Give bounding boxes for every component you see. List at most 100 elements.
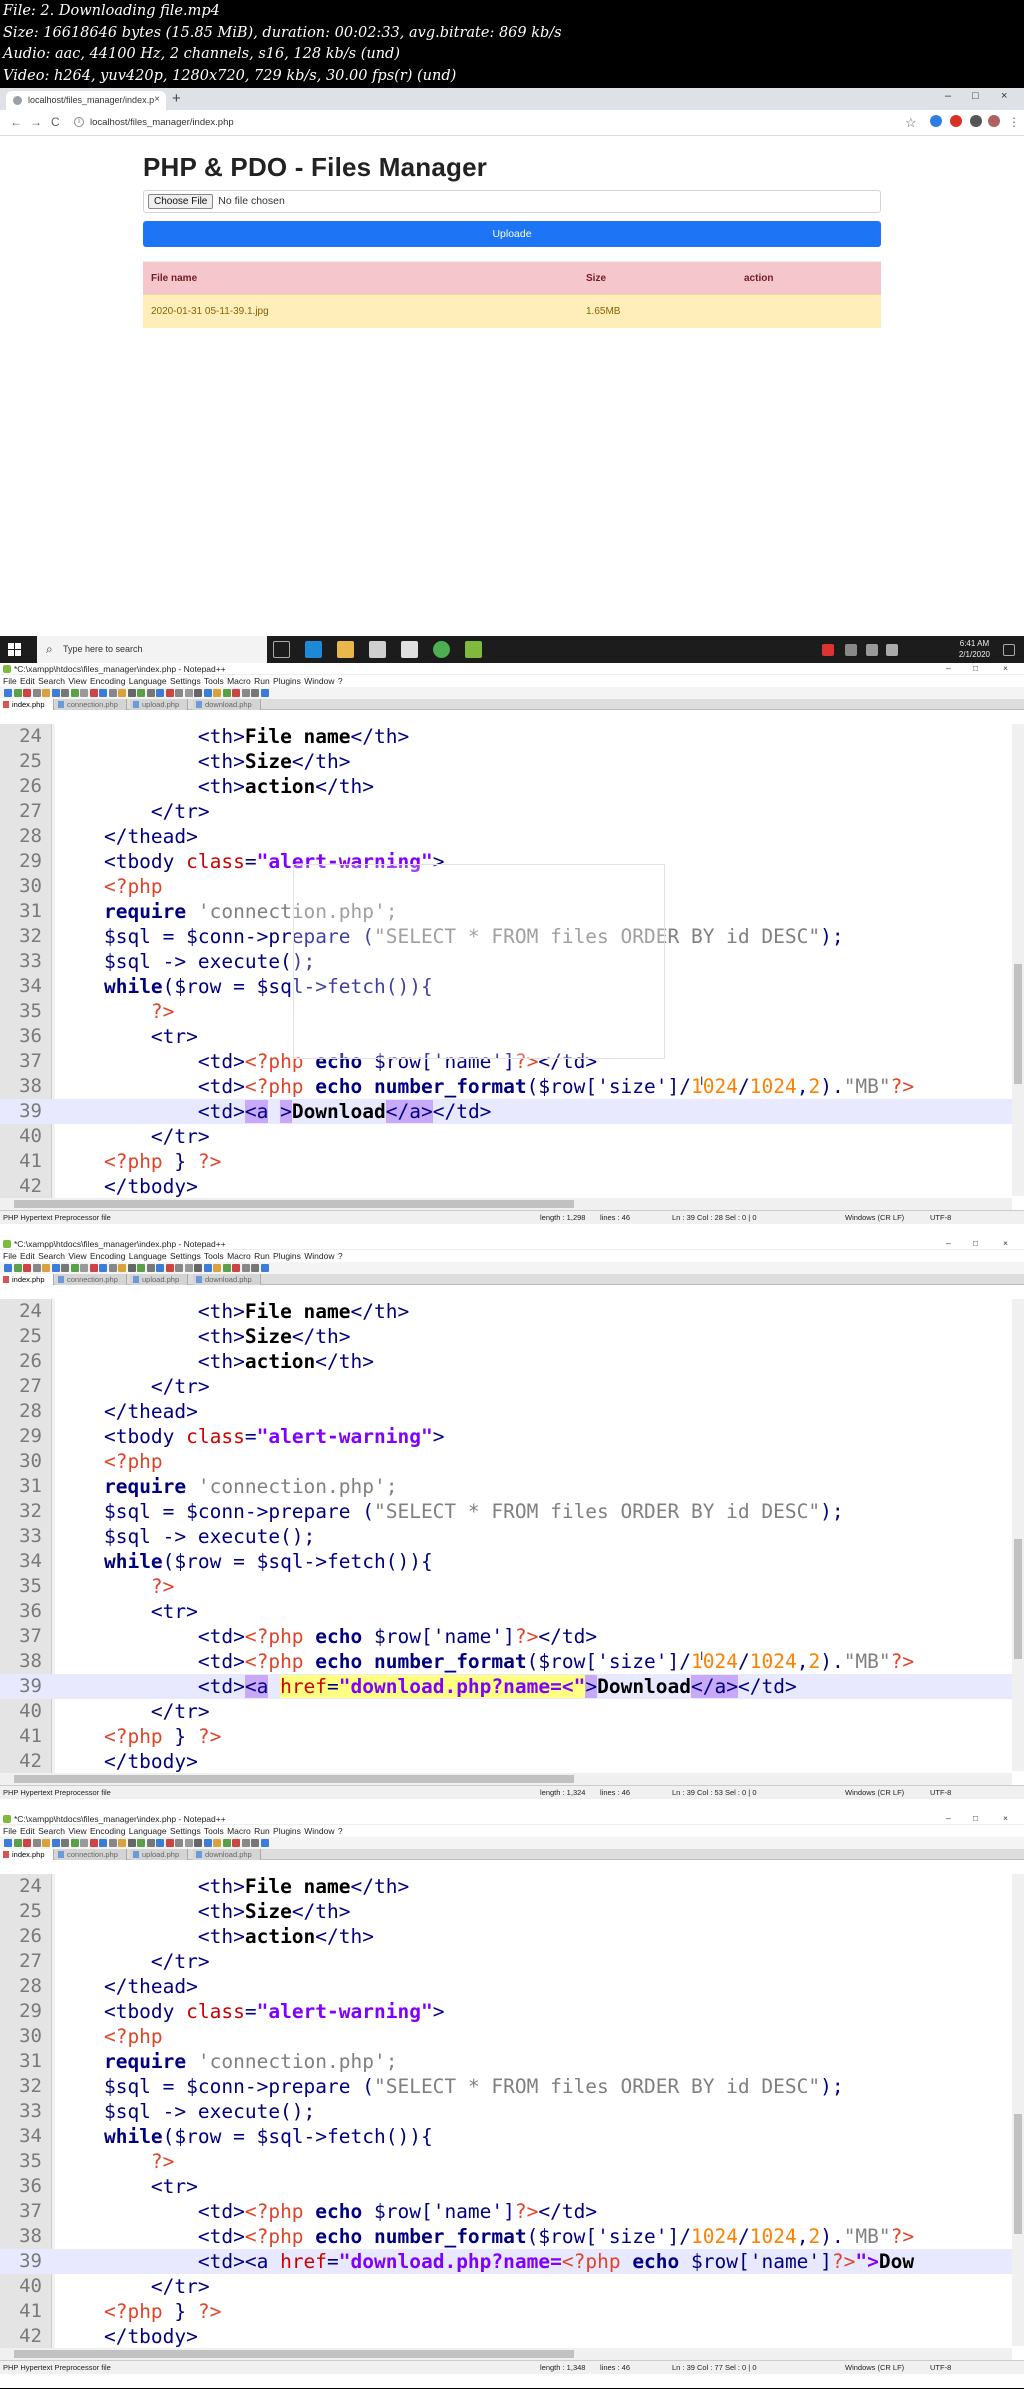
toolbar-icon[interactable]	[4, 1264, 12, 1272]
code-line[interactable]: 33 $sql -> execute();	[0, 1524, 1024, 1549]
toolbar-icon[interactable]	[32, 1264, 41, 1272]
toolbar-icon[interactable]	[127, 689, 136, 697]
code-line[interactable]: 24 <th>File name</th>	[0, 724, 1024, 749]
close-tab-icon[interactable]: ×	[154, 94, 160, 105]
tab-download-php[interactable]: download.php	[193, 1274, 261, 1285]
horizontal-scrollbar[interactable]	[0, 2348, 1012, 2360]
maximize-button[interactable]: □	[973, 663, 978, 673]
tab-upload-php[interactable]: upload.php	[130, 1849, 189, 1860]
taskbar-clock[interactable]: 6:41 AM 2/1/2020	[959, 638, 990, 660]
toolbar-icon[interactable]	[89, 1264, 98, 1272]
code-line[interactable]: 27 </tr>	[0, 1949, 1024, 1974]
upload-button[interactable]: Uploade	[143, 221, 881, 247]
toolbar-icon[interactable]	[89, 689, 98, 697]
code-line[interactable]: 42 </tbody>	[0, 2324, 1024, 2349]
toolbar-icon[interactable]	[165, 689, 174, 697]
toolbar-icon[interactable]	[42, 1264, 50, 1272]
maximize-button[interactable]: □	[973, 1813, 978, 1823]
toolbar-icon[interactable]	[108, 1839, 117, 1847]
code-line[interactable]: 29 <tbody class="alert-warning">	[0, 1999, 1024, 2024]
toolbar-icon[interactable]	[89, 1839, 98, 1847]
code-line[interactable]: 39 <td><a href="download.php?name=<?php …	[0, 2249, 1024, 2274]
info-icon[interactable]: i	[74, 117, 84, 127]
toolbar-icon[interactable]	[184, 1264, 193, 1272]
toolbar-icon[interactable]	[80, 689, 88, 697]
toolbar-icon[interactable]	[251, 1839, 259, 1847]
reload-icon[interactable]: C	[51, 115, 60, 129]
tab-connection-php[interactable]: connection.php	[55, 1849, 127, 1860]
taskbar-search-input[interactable]: ⌕ Type here to search	[37, 636, 267, 663]
toolbar-icon[interactable]	[70, 689, 79, 697]
toolbar-icon[interactable]	[32, 1839, 41, 1847]
code-line[interactable]: 25 <th>Size</th>	[0, 1324, 1024, 1349]
toolbar-icon[interactable]	[32, 689, 41, 697]
code-line[interactable]: 41 <?php } ?>	[0, 1149, 1024, 1174]
toolbar-icon[interactable]	[146, 1264, 155, 1272]
toolbar-icon[interactable]	[80, 1264, 88, 1272]
code-line[interactable]: 41 <?php } ?>	[0, 1724, 1024, 1749]
code-line[interactable]: 35 ?>	[0, 2149, 1024, 2174]
toolbar-icon[interactable]	[146, 1839, 155, 1847]
toolbar-icon[interactable]	[118, 1264, 126, 1272]
toolbar-icon[interactable]	[260, 1839, 269, 1847]
toolbar-icon[interactable]	[251, 689, 259, 697]
url-input[interactable]: i localhost/files_manager/index.php	[68, 113, 918, 132]
bookmark-star-icon[interactable]: ☆	[905, 115, 917, 131]
toolbar-icon[interactable]	[108, 689, 117, 697]
toolbar-icon[interactable]	[203, 689, 212, 697]
toolbar-icon[interactable]	[61, 1264, 69, 1272]
maximize-button[interactable]: □	[973, 1238, 978, 1248]
action-cell[interactable]	[736, 294, 881, 328]
toolbar-icon[interactable]	[13, 1264, 22, 1272]
minimize-button[interactable]: –	[946, 1238, 951, 1248]
menu-dots-icon[interactable]: ⋮	[1008, 115, 1020, 129]
toolbar-icon[interactable]	[127, 1839, 136, 1847]
code-line[interactable]: 31 require 'connection.php';	[0, 2049, 1024, 2074]
toolbar-icon[interactable]	[222, 1839, 231, 1847]
vertical-scrollbar[interactable]	[1012, 1299, 1024, 1771]
toolbar-icon[interactable]	[42, 689, 50, 697]
code-line[interactable]: 40 </tr>	[0, 2274, 1024, 2299]
code-line[interactable]: 35 ?>	[0, 1574, 1024, 1599]
window-close-button[interactable]: ×	[1003, 1238, 1008, 1248]
tray-icon[interactable]	[845, 644, 857, 656]
toolbar-icon[interactable]	[213, 1264, 221, 1272]
toolbar-icon[interactable]	[175, 689, 183, 697]
extension-icon[interactable]	[930, 115, 942, 127]
tab-download-php[interactable]: download.php	[193, 1849, 261, 1860]
network-icon[interactable]	[866, 644, 878, 656]
code-line[interactable]: 38 <td><?php echo number_format($row['si…	[0, 1074, 1024, 1099]
code-line[interactable]: 24 <th>File name</th>	[0, 1874, 1024, 1899]
toolbar-icon[interactable]	[175, 1839, 183, 1847]
code-line[interactable]: 26 <th>action</th>	[0, 1924, 1024, 1949]
toolbar-icon[interactable]	[241, 1264, 250, 1272]
code-line[interactable]: 28 </thead>	[0, 1974, 1024, 1999]
windows-start-icon[interactable]	[8, 643, 22, 657]
volume-icon[interactable]	[886, 644, 898, 656]
code-line[interactable]: 34 while($row = $sql->fetch()){	[0, 1549, 1024, 1574]
toolbar-icon[interactable]	[118, 689, 126, 697]
minimize-button[interactable]: –	[946, 1813, 951, 1823]
code-line[interactable]: 40 </tr>	[0, 1699, 1024, 1724]
edge-icon[interactable]	[305, 641, 322, 658]
file-input[interactable]: Choose File No file chosen	[143, 190, 881, 213]
code-line[interactable]: 42 </tbody>	[0, 1174, 1024, 1199]
mail-icon[interactable]	[401, 641, 418, 658]
code-line[interactable]: 27 </tr>	[0, 799, 1024, 824]
maximize-button[interactable]: □	[972, 90, 979, 102]
toolbar-icon[interactable]	[80, 1839, 88, 1847]
toolbar-icon[interactable]	[156, 689, 164, 697]
code-line[interactable]: 24 <th>File name</th>	[0, 1299, 1024, 1324]
minimize-button[interactable]: –	[946, 663, 951, 673]
toolbar-icon[interactable]	[23, 1264, 31, 1272]
browser-tab[interactable]: localhost/files_manager/index.p ×	[6, 91, 166, 110]
minimize-button[interactable]: –	[945, 90, 951, 102]
extension-icon[interactable]	[970, 115, 982, 127]
toolbar-icon[interactable]	[51, 1264, 60, 1272]
code-line[interactable]: 37 <td><?php echo $row['name']?></td>	[0, 2199, 1024, 2224]
toolbar-icon[interactable]	[232, 689, 240, 697]
toolbar-icon[interactable]	[241, 689, 250, 697]
window-close-button[interactable]: ×	[1003, 1813, 1008, 1823]
menu-bar[interactable]: File Edit Search View Encoding Language …	[0, 675, 1024, 687]
toolbar-icon[interactable]	[165, 1264, 174, 1272]
